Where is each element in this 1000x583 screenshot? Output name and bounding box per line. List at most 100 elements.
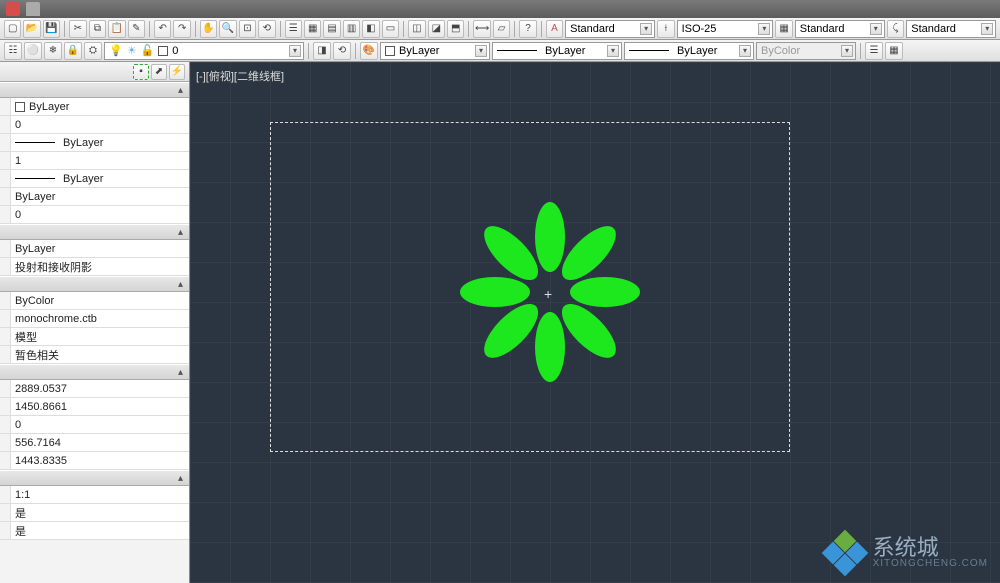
table-style-icon[interactable]: ▦ <box>775 20 792 38</box>
toggle-pim-icon[interactable]: ▪ <box>133 64 149 80</box>
match-icon[interactable]: ✎ <box>128 20 145 38</box>
layer-lock-icon[interactable]: 🔒 <box>64 42 82 60</box>
property-value[interactable]: 0 <box>10 116 189 133</box>
layer-states-icon[interactable]: ⛭ <box>84 42 102 60</box>
color-icon[interactable]: 🎨 <box>360 42 378 60</box>
open-icon[interactable]: 📂 <box>23 20 40 38</box>
linetype-combo[interactable]: ByLayer ▾ <box>492 42 622 60</box>
property-row[interactable]: 0 <box>0 116 189 134</box>
chevron-down-icon[interactable]: ▾ <box>475 45 487 57</box>
layer-prev-icon[interactable]: ⟲ <box>333 42 351 60</box>
property-row[interactable]: 1:1 <box>0 486 189 504</box>
group-header[interactable]: ▴ <box>0 82 189 98</box>
layer-iso-icon[interactable]: ◨ <box>313 42 331 60</box>
property-value[interactable]: ByLayer <box>10 188 189 205</box>
property-value[interactable]: monochrome.ctb <box>10 310 189 327</box>
lineweight-combo[interactable]: ByLayer ▾ <box>624 42 754 60</box>
plotstyle-combo[interactable]: ByColor ▾ <box>756 42 856 60</box>
property-value[interactable]: ByLayer <box>10 170 189 187</box>
markup-icon[interactable]: ◧ <box>362 20 379 38</box>
drawing-canvas[interactable]: [-][俯视][二维线框] + 系统城 <box>190 62 1000 583</box>
layer-freeze-icon[interactable]: ❄ <box>44 42 62 60</box>
property-row[interactable]: ByLayer <box>0 170 189 188</box>
block-icon[interactable]: ◫ <box>408 20 425 38</box>
property-row[interactable]: 556.7164 <box>0 434 189 452</box>
text-style-combo[interactable]: Standard ▾ <box>565 20 655 38</box>
property-value[interactable]: 暂色相关 <box>10 346 189 363</box>
property-value[interactable]: 模型 <box>10 328 189 345</box>
area-icon[interactable]: ▱ <box>493 20 510 38</box>
new-icon[interactable]: ▢ <box>4 20 21 38</box>
property-row[interactable]: 是 <box>0 504 189 522</box>
zoom-prev-icon[interactable]: ⟲ <box>258 20 275 38</box>
property-value[interactable]: 是 <box>10 522 189 539</box>
chevron-down-icon[interactable]: ▾ <box>607 45 619 57</box>
redo-icon[interactable]: ↷ <box>173 20 190 38</box>
pan-icon[interactable]: ✋ <box>200 20 217 38</box>
chevron-down-icon[interactable]: ▾ <box>758 23 770 35</box>
mleader-style-combo[interactable]: Standard ▾ <box>906 20 996 38</box>
chevron-down-icon[interactable]: ▾ <box>870 23 882 35</box>
grid-icon[interactable]: ▦ <box>885 42 903 60</box>
group-header[interactable]: ▴ <box>0 224 189 240</box>
table-style-combo[interactable]: Standard ▾ <box>795 20 885 38</box>
property-value[interactable]: ByLayer <box>10 98 189 115</box>
save-icon[interactable]: 💾 <box>43 20 60 38</box>
help-icon[interactable]: ? <box>519 20 536 38</box>
sheet-set-icon[interactable]: ▥ <box>343 20 360 38</box>
property-value[interactable]: 556.7164 <box>10 434 189 451</box>
chevron-down-icon[interactable]: ▾ <box>841 45 853 57</box>
property-row[interactable]: 1450.8661 <box>0 398 189 416</box>
wblock-icon[interactable]: ◪ <box>428 20 445 38</box>
property-value[interactable]: ByColor <box>10 292 189 309</box>
chevron-down-icon[interactable]: ▾ <box>640 23 652 35</box>
property-row[interactable]: 模型 <box>0 328 189 346</box>
property-value[interactable]: ByLayer <box>10 240 189 257</box>
property-row[interactable]: monochrome.ctb <box>0 310 189 328</box>
property-value[interactable]: 1450.8661 <box>10 398 189 415</box>
select-objects-icon[interactable]: ⬈ <box>151 64 167 80</box>
property-value[interactable]: 是 <box>10 504 189 521</box>
property-row[interactable]: ByLayer <box>0 134 189 152</box>
property-row[interactable]: 2889.0537 <box>0 380 189 398</box>
property-row[interactable]: 0 <box>0 206 189 224</box>
color-combo[interactable]: ByLayer ▾ <box>380 42 490 60</box>
property-row[interactable]: 0 <box>0 416 189 434</box>
zoom-icon[interactable]: 🔍 <box>219 20 236 38</box>
layer-off-icon[interactable]: ⚪ <box>24 42 42 60</box>
group-header[interactable]: ▴ <box>0 276 189 292</box>
insert-icon[interactable]: ⬒ <box>447 20 464 38</box>
property-row[interactable]: ByColor <box>0 292 189 310</box>
list-icon[interactable]: ☰ <box>865 42 883 60</box>
chevron-down-icon[interactable]: ▾ <box>289 45 301 57</box>
property-value[interactable]: 1:1 <box>10 486 189 503</box>
property-row[interactable]: ByLayer <box>0 188 189 206</box>
group-header[interactable]: ▴ <box>0 470 189 486</box>
text-style-icon[interactable]: A <box>546 20 563 38</box>
property-value[interactable]: 投射和接收阴影 <box>10 258 189 275</box>
property-row[interactable]: 1 <box>0 152 189 170</box>
property-row[interactable]: ByLayer <box>0 240 189 258</box>
dim-style-icon[interactable]: ⟊ <box>657 20 674 38</box>
copy-icon[interactable]: ⧉ <box>89 20 106 38</box>
mleader-style-icon[interactable]: ⤹ <box>887 20 904 38</box>
property-value[interactable]: 1 <box>10 152 189 169</box>
property-row[interactable]: 1443.8335 <box>0 452 189 470</box>
property-row[interactable]: 投射和接收阴影 <box>0 258 189 276</box>
undo-icon[interactable]: ↶ <box>154 20 171 38</box>
dist-icon[interactable]: ⟷ <box>473 20 490 38</box>
chevron-down-icon[interactable]: ▾ <box>739 45 751 57</box>
properties-icon[interactable]: ☰ <box>285 20 302 38</box>
group-header[interactable]: ▴ <box>0 364 189 380</box>
property-row[interactable]: ByLayer <box>0 98 189 116</box>
property-value[interactable]: 0 <box>10 206 189 223</box>
layer-combo[interactable]: 💡 ☀ 🔓 0 ▾ <box>104 42 304 60</box>
property-row[interactable]: 是 <box>0 522 189 540</box>
paste-icon[interactable]: 📋 <box>108 20 125 38</box>
quickcalc-icon[interactable]: ▭ <box>382 20 399 38</box>
layer-props-icon[interactable]: ☷ <box>4 42 22 60</box>
property-value[interactable]: 2889.0537 <box>10 380 189 397</box>
document-tab[interactable] <box>26 2 40 16</box>
design-center-icon[interactable]: ▦ <box>304 20 321 38</box>
property-row[interactable]: 暂色相关 <box>0 346 189 364</box>
